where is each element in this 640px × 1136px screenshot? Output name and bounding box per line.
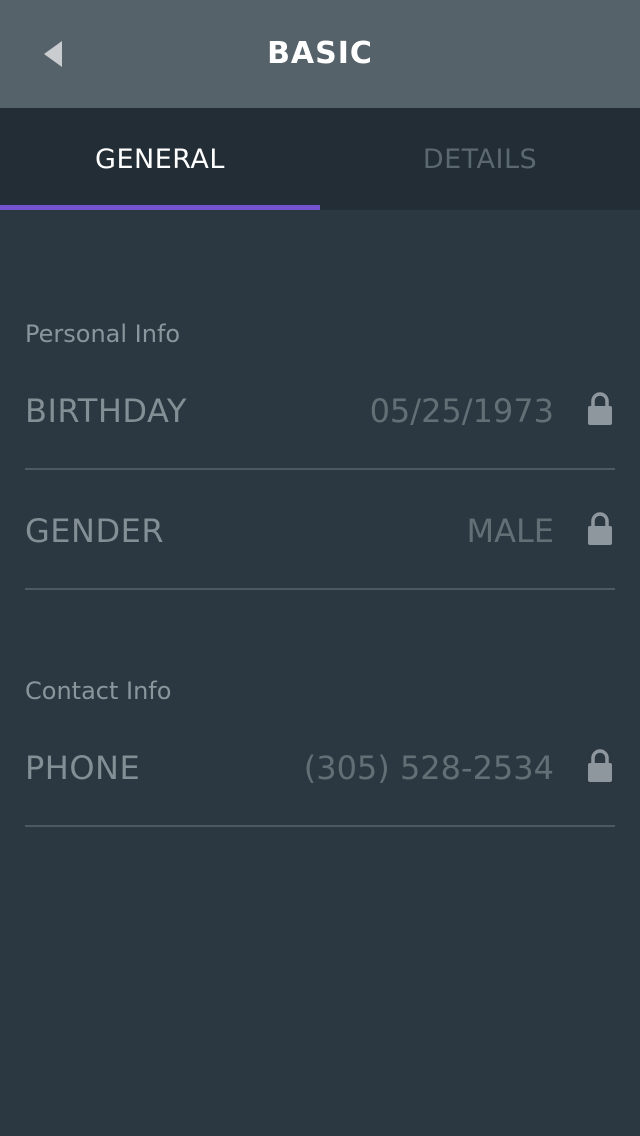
gender-value: MALE — [466, 512, 554, 550]
gender-row: GENDER MALE — [25, 470, 615, 590]
tab-general-label: GENERAL — [95, 143, 225, 175]
lock-icon — [588, 749, 612, 782]
page-title: BASIC — [267, 36, 373, 71]
tab-general[interactable]: GENERAL — [0, 108, 320, 210]
back-button[interactable] — [30, 30, 78, 78]
birthday-row: BIRTHDAY 05/25/1973 — [25, 350, 615, 470]
tab-details-label: DETAILS — [422, 143, 538, 175]
active-tab-indicator — [0, 205, 320, 210]
birthday-label: BIRTHDAY — [25, 392, 187, 430]
back-arrow-icon — [44, 41, 62, 67]
birthday-value: 05/25/1973 — [369, 392, 554, 430]
phone-row: PHONE (305) 528-2534 — [25, 707, 615, 827]
gender-label: GENDER — [25, 512, 165, 550]
section-title-contact-info: Contact Info — [25, 677, 172, 705]
app-header: BASIC — [0, 0, 640, 108]
tab-details[interactable]: DETAILS — [320, 108, 640, 210]
tab-bar: GENERAL DETAILS — [0, 108, 640, 210]
section-title-personal-info: Personal Info — [25, 320, 181, 348]
phone-value: (305) 528-2534 — [303, 749, 554, 787]
lock-icon — [588, 512, 612, 545]
lock-icon — [588, 392, 612, 425]
phone-label: PHONE — [25, 749, 141, 787]
